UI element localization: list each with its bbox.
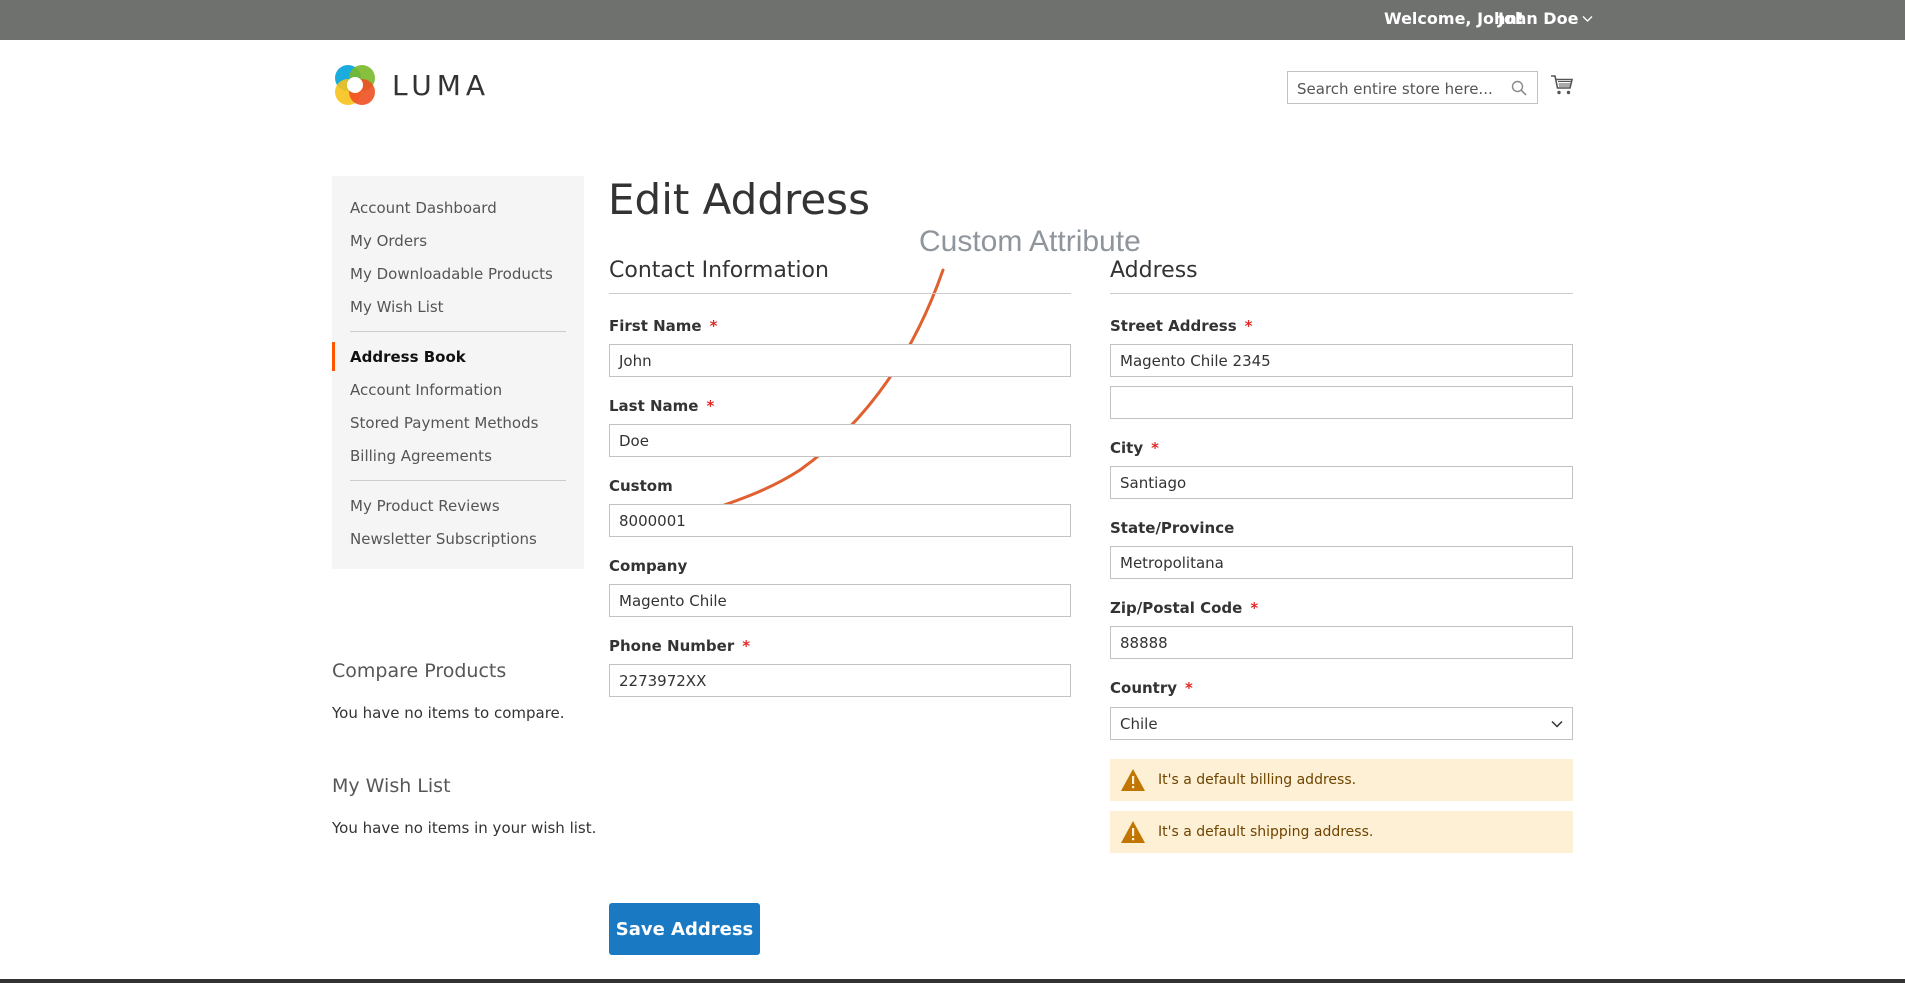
required-marker: * — [706, 397, 715, 415]
nav-divider — [350, 480, 566, 481]
state-province-field[interactable]: Metropolitana — [1110, 546, 1573, 579]
street-address-line-2[interactable] — [1110, 386, 1573, 419]
phone-number-label: Phone Number * — [609, 637, 751, 655]
cart-icon[interactable] — [1550, 73, 1574, 97]
street-address-label: Street Address * — [1110, 317, 1253, 335]
sidebar-item-address-book[interactable]: Address Book — [332, 340, 584, 373]
customer-menu-toggle[interactable]: John Doe — [1498, 9, 1593, 28]
sidebar-item-account-information[interactable]: Account Information — [332, 373, 584, 406]
default-shipping-notice: It's a default shipping address. — [1110, 811, 1573, 853]
wish-list-empty-text: You have no items in your wish list. — [332, 819, 597, 837]
account-navigation: Account Dashboard My Orders My Downloada… — [332, 176, 584, 569]
chevron-down-icon — [1551, 720, 1563, 728]
last-name-field[interactable]: Doe — [609, 424, 1071, 457]
warning-icon — [1121, 821, 1145, 843]
address-title: Address — [1110, 258, 1573, 294]
customer-name: John Doe — [1498, 9, 1579, 28]
country-label: Country * — [1110, 679, 1193, 697]
default-billing-text: It's a default billing address. — [1158, 772, 1357, 788]
top-bar: Welcome, John! John Doe — [0, 0, 1905, 40]
required-marker: * — [1250, 599, 1259, 617]
compare-empty-text: You have no items to compare. — [332, 704, 565, 722]
company-label: Company — [609, 557, 688, 575]
sidebar-item-wish-list[interactable]: My Wish List — [332, 290, 584, 323]
search-icon[interactable] — [1511, 80, 1527, 96]
required-marker: * — [1244, 317, 1253, 335]
company-field[interactable]: Magento Chile — [609, 584, 1071, 617]
sidebar-item-product-reviews[interactable]: My Product Reviews — [332, 489, 584, 522]
required-marker: * — [742, 637, 751, 655]
chevron-down-icon — [1582, 15, 1593, 22]
page-title: Edit Address — [608, 175, 870, 224]
contact-information-title: Contact Information — [609, 258, 1071, 294]
annotation-arrow-icon — [687, 268, 945, 530]
nav-divider — [350, 331, 566, 332]
street-address-line-1[interactable]: Magento Chile 2345 — [1110, 344, 1573, 377]
country-select[interactable]: Chile — [1110, 707, 1573, 740]
city-field[interactable]: Santiago — [1110, 466, 1573, 499]
custom-field[interactable]: 8000001 — [609, 504, 1071, 537]
sidebar-item-billing-agreements[interactable]: Billing Agreements — [332, 439, 584, 472]
footer-divider — [0, 979, 1905, 983]
default-billing-notice: It's a default billing address. — [1110, 759, 1573, 801]
required-marker: * — [1151, 439, 1159, 457]
phone-number-field[interactable]: 2273972XX — [609, 664, 1071, 697]
save-address-button[interactable]: Save Address — [609, 903, 760, 955]
sidebar-item-stored-payment-methods[interactable]: Stored Payment Methods — [332, 406, 584, 439]
store-logo[interactable]: LUMA — [332, 62, 490, 108]
required-marker: * — [1185, 679, 1193, 697]
last-name-label: Last Name * — [609, 397, 715, 415]
default-shipping-text: It's a default shipping address. — [1158, 824, 1374, 840]
sidebar-item-newsletter-subscriptions[interactable]: Newsletter Subscriptions — [332, 522, 584, 555]
sidebar-item-downloadable-products[interactable]: My Downloadable Products — [332, 257, 584, 290]
zip-code-field[interactable]: 88888 — [1110, 626, 1573, 659]
sidebar-item-account-dashboard[interactable]: Account Dashboard — [332, 191, 584, 224]
city-label: City * — [1110, 439, 1159, 457]
compare-products-title: Compare Products — [332, 660, 507, 682]
logo-text: LUMA — [392, 68, 491, 102]
search-placeholder: Search entire store here... — [1297, 80, 1493, 98]
search-input[interactable]: Search entire store here... — [1287, 71, 1538, 104]
required-marker: * — [709, 317, 718, 335]
wish-list-title: My Wish List — [332, 775, 451, 797]
custom-label: Custom — [609, 477, 673, 495]
sidebar-item-my-orders[interactable]: My Orders — [332, 224, 584, 257]
annotation-label: Custom Attribute — [919, 225, 1141, 258]
warning-icon — [1121, 769, 1145, 791]
country-selected-value: Chile — [1120, 714, 1158, 733]
state-province-label: State/Province — [1110, 519, 1235, 537]
first-name-field[interactable]: John — [609, 344, 1071, 377]
zip-code-label: Zip/Postal Code * — [1110, 599, 1259, 617]
luma-logo-icon — [335, 65, 375, 105]
first-name-label: First Name * — [609, 317, 718, 335]
